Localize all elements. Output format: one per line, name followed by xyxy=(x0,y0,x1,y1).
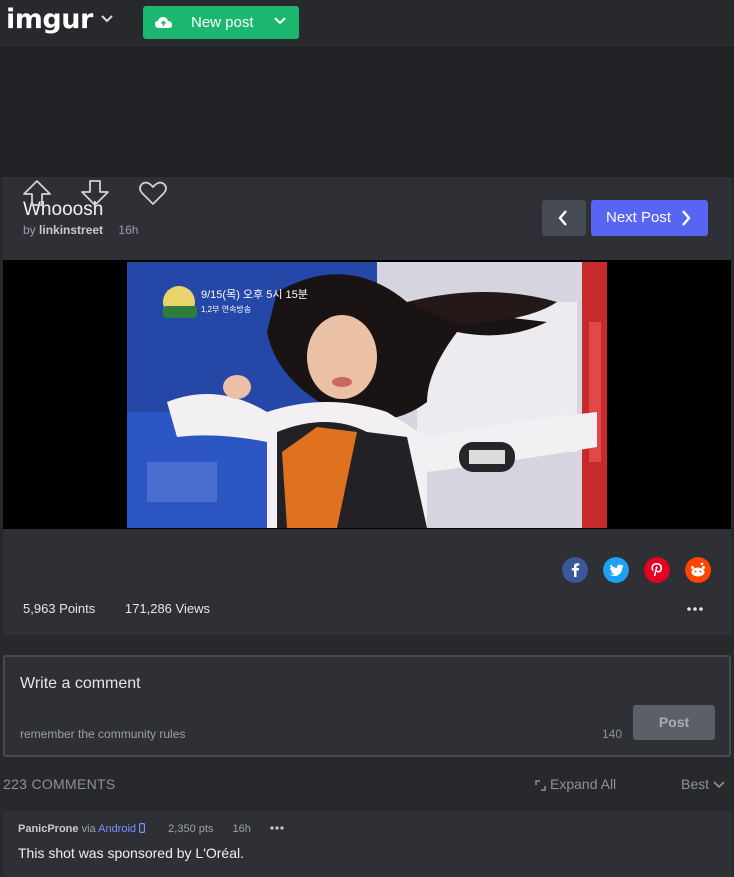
post-media: 9/15(목) 오후 5시 15분 1,2부 연속방송 xyxy=(3,260,731,529)
comment-options-icon[interactable] xyxy=(270,826,284,830)
pinterest-share-icon[interactable] xyxy=(644,557,670,583)
post-author[interactable]: linkinstreet xyxy=(39,223,103,237)
comment-points: 2,350 pts xyxy=(168,823,214,835)
previous-post-button[interactable] xyxy=(542,200,586,236)
post-image[interactable]: 9/15(목) 오후 5시 15분 1,2부 연속방송 xyxy=(127,262,607,528)
expand-icon xyxy=(535,780,546,791)
post-age: 16h xyxy=(118,223,139,237)
post-points: 5,963 Points xyxy=(23,601,96,616)
next-post-label: Next Post xyxy=(606,209,672,226)
character-count: 140 xyxy=(602,727,623,741)
post-comment-button[interactable]: Post xyxy=(633,705,715,740)
ad-placeholder xyxy=(0,47,734,177)
top-bar: imgur New post xyxy=(0,0,734,47)
comments-count: 223 COMMENTS xyxy=(3,776,116,792)
upvote-arrow-icon[interactable] xyxy=(21,177,53,209)
favorite-heart-icon[interactable] xyxy=(137,177,169,209)
cloud-upload-icon xyxy=(155,17,172,28)
image-overlay-text: 9/15(목) 오후 5시 15분 xyxy=(201,288,308,301)
by-prefix: by xyxy=(23,223,36,237)
twitter-share-icon[interactable] xyxy=(603,557,629,583)
new-post-label: New post xyxy=(191,14,254,31)
chevron-left-icon xyxy=(558,210,567,226)
post-stats: 5,963 Points 171,286 Views xyxy=(23,601,210,616)
comment-platform[interactable]: Android xyxy=(98,823,136,835)
comment-age: 16h xyxy=(232,823,251,835)
chevron-down-icon[interactable] xyxy=(100,14,114,24)
phone-icon xyxy=(139,823,146,834)
chevron-down-icon[interactable] xyxy=(274,17,286,26)
comment-text: This shot was sponsored by L'Oréal. xyxy=(18,845,245,861)
downvote-arrow-icon[interactable] xyxy=(79,177,111,209)
comment-form[interactable]: Write a comment remember the community r… xyxy=(3,655,731,757)
community-rules-hint: remember the community rules xyxy=(20,727,186,741)
post-card: Whooosh by linkinstreet 16h Next Post 9/… xyxy=(3,177,731,635)
post-image-illustration: 9/15(목) 오후 5시 15분 1,2부 연속방송 xyxy=(127,262,607,528)
comment-meta: PanicProne via Android 2,350 pts 16h xyxy=(18,823,284,835)
reddit-share-icon[interactable] xyxy=(685,557,711,583)
comment-author[interactable]: PanicProne xyxy=(18,823,79,835)
chevron-right-icon xyxy=(682,210,691,226)
image-overlay-sub: 1,2부 연속방송 xyxy=(201,304,251,314)
comment-via: via xyxy=(81,823,96,835)
next-post-button[interactable]: Next Post xyxy=(591,200,708,236)
post-byline: by linkinstreet 16h xyxy=(23,223,138,237)
sort-dropdown[interactable]: Best xyxy=(681,776,725,792)
expand-all-label: Expand All xyxy=(550,776,617,792)
chevron-down-icon xyxy=(713,781,725,789)
sort-label: Best xyxy=(681,776,710,792)
more-options-icon[interactable] xyxy=(687,607,703,611)
comment-item: PanicProne via Android 2,350 pts 16h Thi… xyxy=(3,811,731,877)
new-post-button[interactable]: New post xyxy=(143,6,299,39)
imgur-logo[interactable]: imgur xyxy=(6,4,93,35)
expand-all-button[interactable]: Expand All xyxy=(535,776,616,792)
facebook-share-icon[interactable] xyxy=(562,557,588,583)
post-views: 171,286 Views xyxy=(124,601,210,616)
comment-input[interactable]: Write a comment xyxy=(20,675,141,693)
